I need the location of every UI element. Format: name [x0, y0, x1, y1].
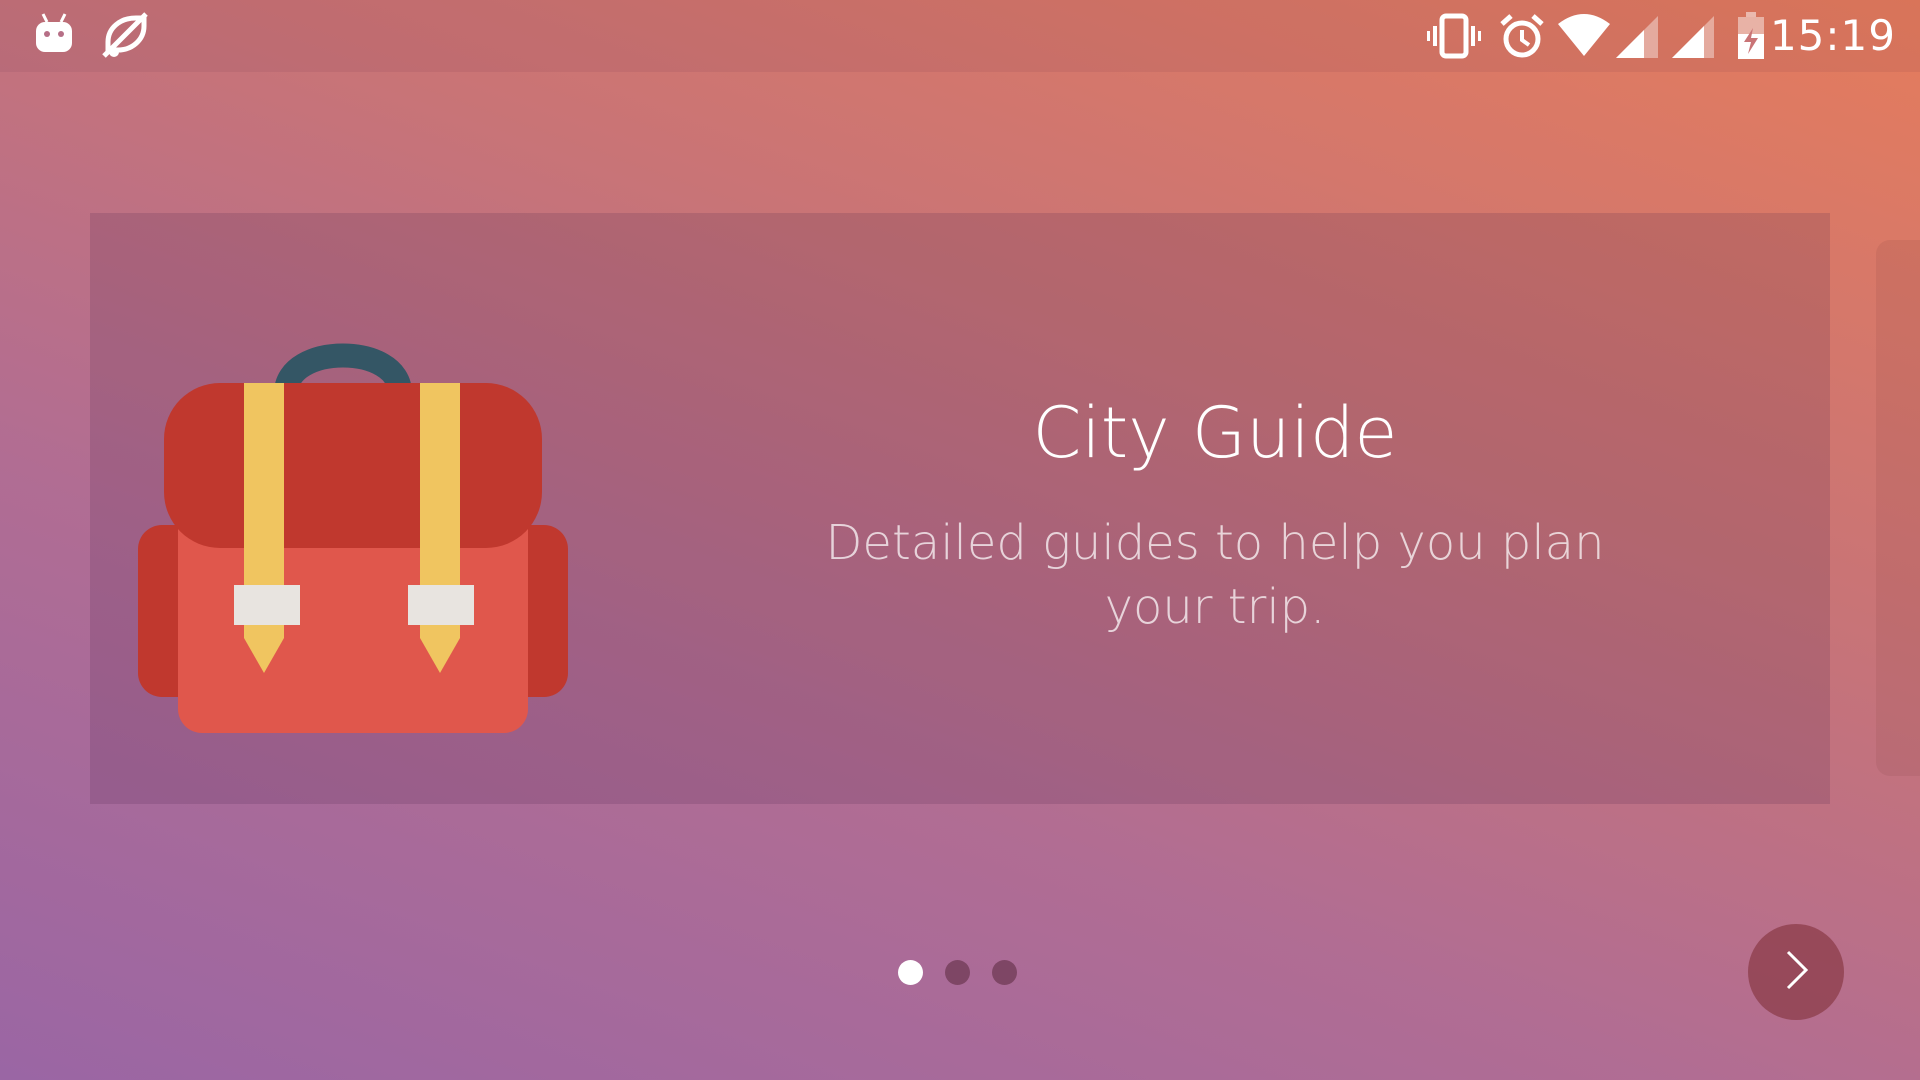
- next-button[interactable]: [1748, 924, 1844, 1020]
- signal-icon-2: [1670, 12, 1716, 60]
- android-debug-icon: [34, 12, 74, 60]
- page-indicator: [898, 960, 1017, 986]
- wifi-icon: [1556, 12, 1612, 60]
- slide-title: City Guide: [1032, 392, 1398, 474]
- signal-icon: [1614, 12, 1660, 60]
- page-dot-1[interactable]: [898, 960, 923, 985]
- chevron-right-icon: [1776, 946, 1816, 998]
- onboarding-screen: 15:19 City Guide Detailed guides to help…: [0, 0, 1920, 1080]
- page-dot-2[interactable]: [945, 960, 970, 985]
- backpack-icon: [138, 293, 568, 733]
- alarm-icon: [1498, 12, 1546, 60]
- slide-description: Detailed guides to help you plan your tr…: [825, 515, 1605, 635]
- status-bar: 15:19: [0, 0, 1920, 72]
- status-clock: 15:19: [1769, 11, 1896, 60]
- next-slide-peek: [1876, 240, 1920, 776]
- slide-card: City Guide Detailed guides to help you p…: [90, 213, 1830, 804]
- vibrate-icon: [1426, 12, 1482, 60]
- notifications-off-icon: [100, 12, 150, 60]
- page-dot-3[interactable]: [992, 960, 1017, 985]
- battery-charging-icon: [1736, 12, 1766, 60]
